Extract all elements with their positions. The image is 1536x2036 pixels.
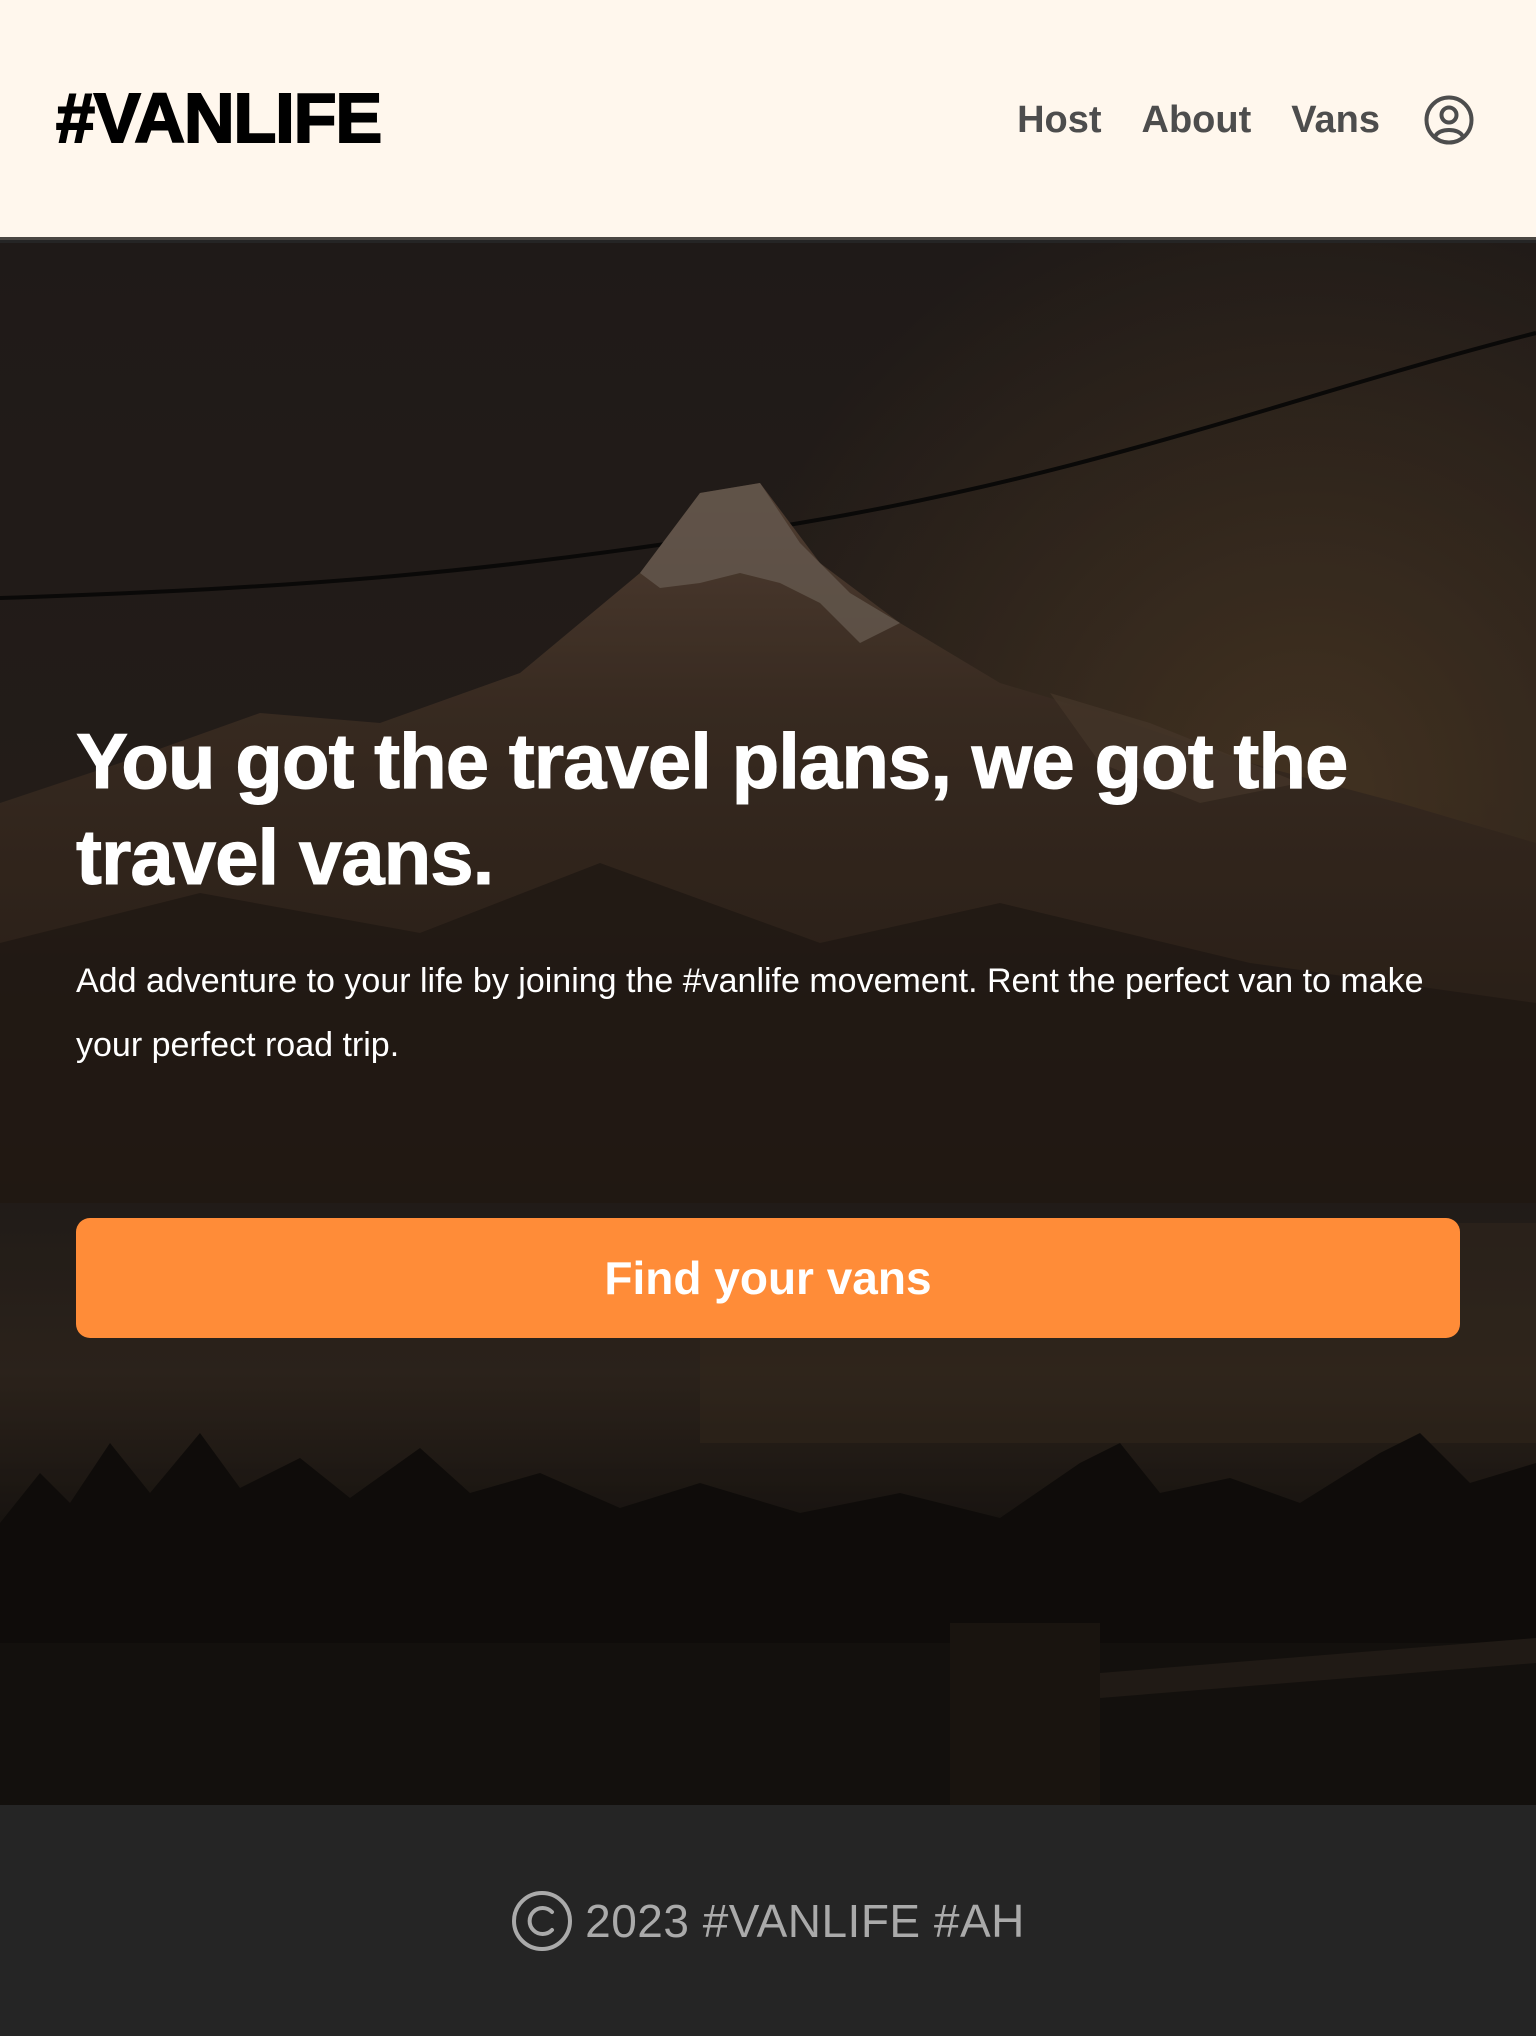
footer-copyright-text: 2023 #VANLIFE #AH	[585, 1894, 1025, 1947]
page: #VANLIFE Host About Vans You got the tra…	[0, 0, 1536, 2036]
nav-link-vans[interactable]: Vans	[1291, 92, 1380, 148]
main-nav: Host About Vans	[1017, 92, 1476, 148]
site-footer: 2023 #VANLIFE #AH	[0, 1805, 1536, 2036]
find-your-vans-button[interactable]: Find your vans	[76, 1218, 1460, 1338]
user-circle-icon[interactable]	[1422, 93, 1476, 147]
hero-content: You got the travel plans, we got the tra…	[76, 713, 1460, 1077]
hero-title: You got the travel plans, we got the tra…	[76, 717, 1349, 902]
find-your-vans-label: Find your vans	[604, 1252, 932, 1304]
hero-description: Add adventure to your life by joining th…	[76, 962, 1424, 1064]
site-header: #VANLIFE Host About Vans	[0, 0, 1536, 240]
nav-link-host[interactable]: Host	[1017, 92, 1101, 148]
site-logo[interactable]: #VANLIFE	[55, 79, 383, 157]
hero-section: You got the travel plans, we got the tra…	[0, 243, 1536, 1805]
footer-content: 2023 #VANLIFE #AH	[511, 1890, 1025, 1952]
copyright-icon	[511, 1890, 573, 1952]
nav-link-about[interactable]: About	[1142, 92, 1252, 148]
